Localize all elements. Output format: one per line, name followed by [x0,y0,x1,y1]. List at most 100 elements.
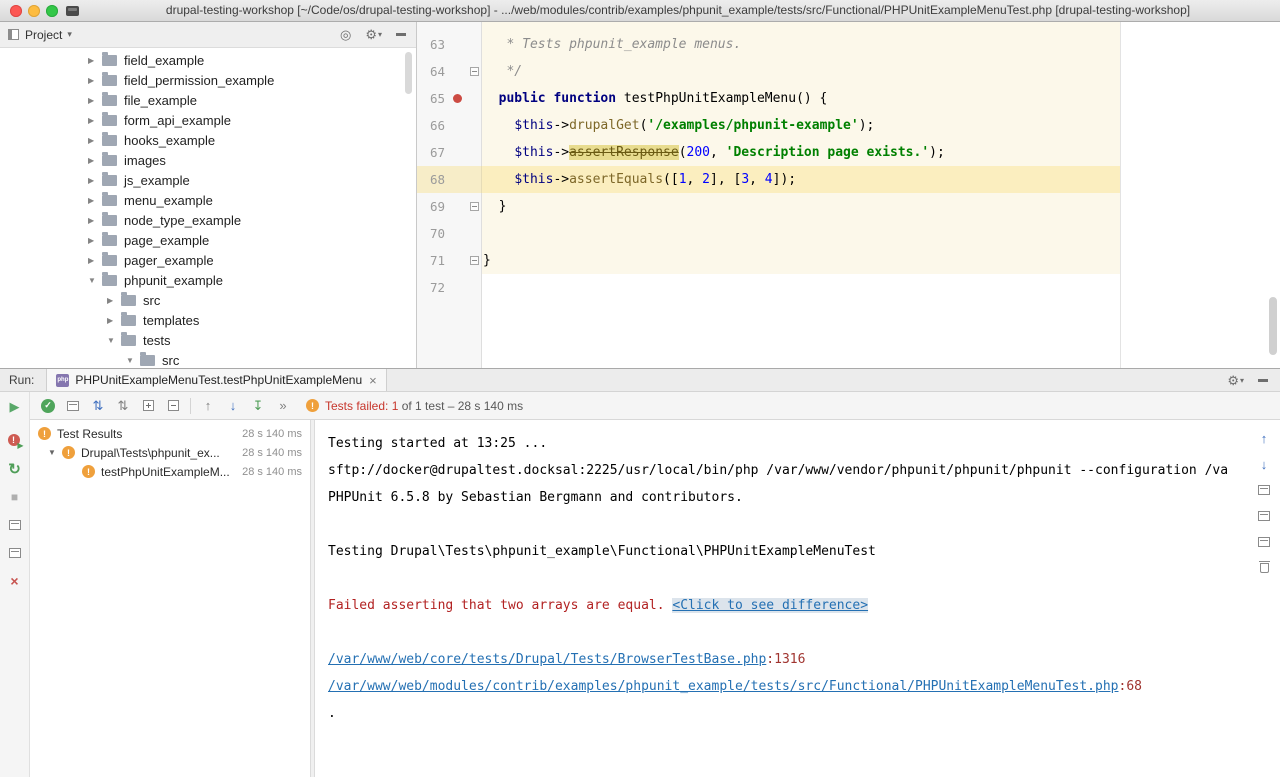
project-tree-item[interactable]: ▶form_api_example [0,110,416,130]
project-tree-item[interactable]: ▶field_permission_example [0,70,416,90]
editor-scrollbar[interactable] [1269,297,1277,355]
chevron-right-icon[interactable]: ▶ [88,176,102,185]
code-line[interactable]: * Tests phpunit_example menus. [483,31,1280,58]
clear-console-icon[interactable] [1260,560,1269,576]
sort-by-duration-icon[interactable]: ⇅ [115,398,131,414]
chevron-right-icon[interactable]: ▶ [88,96,102,105]
close-tab-icon[interactable]: × [369,374,377,387]
chevron-right-icon[interactable]: ▶ [88,116,102,125]
zoom-window-button[interactable] [46,5,58,17]
gear-icon[interactable]: ⚙ [365,28,377,41]
project-tree-item[interactable]: ▶templates [0,310,416,330]
up-arrow-icon[interactable]: ↑ [1261,430,1268,446]
toolbar-overflow-icon[interactable]: » [275,398,291,414]
hide-panel-icon[interactable] [396,33,406,36]
hide-run-panel-icon[interactable] [1258,379,1268,382]
pin-tab-icon[interactable] [4,542,26,564]
code-line[interactable]: } [483,247,1280,274]
stop-icon[interactable]: ■ [4,486,26,508]
project-scrollbar[interactable] [405,52,412,94]
fold-marker-icon[interactable] [470,202,479,211]
test-tree-item[interactable]: ▼!Drupal\Tests\phpunit_ex...28 s 140 ms [30,443,310,462]
code-line[interactable]: $this->assertEquals([1, 2], [3, 4]); [483,166,1280,193]
toggle-auto-test-icon[interactable]: ↻ [4,458,26,480]
rerun-failed-tests-icon[interactable]: ! ▶ [4,430,26,452]
project-tree-item[interactable]: ▶file_example [0,90,416,110]
project-tree-item[interactable]: ▼tests [0,330,416,350]
console-link[interactable]: /var/www/web/modules/contrib/examples/ph… [328,679,1119,694]
code-token: public function [499,91,616,106]
hide-passed-icon[interactable]: ✓ [40,398,56,414]
history-icon[interactable] [1258,534,1270,550]
code-line[interactable]: */ [483,58,1280,85]
project-tree-item[interactable]: ▶page_example [0,230,416,250]
minimize-window-button[interactable] [28,5,40,17]
restore-layout-icon[interactable] [4,514,26,536]
minus-box-icon [168,400,179,411]
locate-file-icon[interactable]: ◎ [340,28,351,41]
test-tree-item[interactable]: !Test Results28 s 140 ms [30,424,310,443]
project-panel-title[interactable]: Project [25,28,62,42]
chevron-right-icon[interactable]: ▶ [107,296,121,305]
project-tree-item[interactable]: ▶src [0,290,416,310]
close-run-panel-icon[interactable]: × [4,570,26,592]
project-tree-item[interactable]: ▶pager_example [0,250,416,270]
code-token: , [749,172,765,187]
project-tree-item[interactable]: ▶menu_example [0,190,416,210]
chevron-down-icon[interactable]: ▼ [48,448,62,457]
expand-all-icon[interactable] [140,398,156,414]
project-tree-item[interactable]: ▶js_example [0,170,416,190]
collapse-all-icon[interactable] [165,398,181,414]
chevron-right-icon[interactable]: ▶ [88,76,102,85]
project-tree-item[interactable]: ▶images [0,150,416,170]
test-tree-item[interactable]: !testPhpUnitExampleM...28 s 140 ms [30,462,310,481]
code-editor[interactable]: 63646566676869707172 * Tests phpunit_exa… [417,22,1280,368]
gear-icon[interactable]: ⚙ [1227,374,1239,387]
chevron-right-icon[interactable]: ▶ [88,56,102,65]
previous-failed-test-icon[interactable]: ↑ [200,398,216,414]
code-line[interactable]: $this->assertResponse(200, 'Description … [483,139,1280,166]
project-tree-item[interactable]: ▶node_type_example [0,210,416,230]
fold-marker-icon[interactable] [470,67,479,76]
project-tree-item[interactable]: ▶field_example [0,50,416,70]
code-line[interactable]: $this->drupalGet('/examples/phpunit-exam… [483,112,1280,139]
chevron-down-icon[interactable]: ▼ [126,356,140,365]
chevron-right-icon[interactable]: ▶ [88,136,102,145]
code-token: ([ [663,172,679,187]
fold-marker-icon[interactable] [470,256,479,265]
code-lines[interactable]: * Tests phpunit_example menus. */ public… [483,31,1280,301]
console-link[interactable]: /var/www/web/core/tests/Drupal/Tests/Bro… [328,652,766,667]
code-token: $this [514,172,553,187]
console-text: :1316 [766,652,805,667]
sort-alphabetically-icon[interactable]: ⇅ [90,398,106,414]
check-icon: ✓ [41,399,55,413]
code-line[interactable] [483,274,1280,301]
test-error-icon: ! [82,465,95,478]
chevron-right-icon[interactable]: ▶ [88,216,102,225]
code-line[interactable]: public function testPhpUnitExampleMenu()… [483,85,1280,112]
chevron-down-icon[interactable]: ▼ [107,336,121,345]
rerun-tests-icon[interactable]: ▶ [4,396,26,418]
close-window-button[interactable] [10,5,22,17]
jump-to-source-icon[interactable] [1258,482,1270,498]
project-tree-item[interactable]: ▼src [0,350,416,368]
chevron-right-icon[interactable]: ▶ [88,156,102,165]
chevron-right-icon[interactable]: ▶ [88,256,102,265]
failed-test-gutter-icon[interactable] [453,94,462,103]
export-results-icon[interactable] [1258,508,1270,524]
chevron-right-icon[interactable]: ▶ [88,236,102,245]
chevron-right-icon[interactable]: ▶ [88,196,102,205]
down-arrow-icon[interactable]: ↓ [1261,456,1268,472]
code-line[interactable]: } [483,193,1280,220]
code-line[interactable] [483,220,1280,247]
import-test-results-icon[interactable]: ↧ [250,398,266,414]
chevron-down-icon[interactable]: ▼ [88,276,102,285]
project-tree-item[interactable]: ▼phpunit_example [0,270,416,290]
project-tree-item[interactable]: ▶hooks_example [0,130,416,150]
chevron-down-icon[interactable]: ▾ [67,29,72,40]
console-link[interactable]: <Click to see difference> [672,598,868,613]
next-failed-test-icon[interactable]: ↓ [225,398,241,414]
chevron-right-icon[interactable]: ▶ [107,316,121,325]
run-tab[interactable]: php PHPUnitExampleMenuTest.testPhpUnitEx… [46,369,386,391]
show-ignored-icon[interactable] [65,398,81,414]
